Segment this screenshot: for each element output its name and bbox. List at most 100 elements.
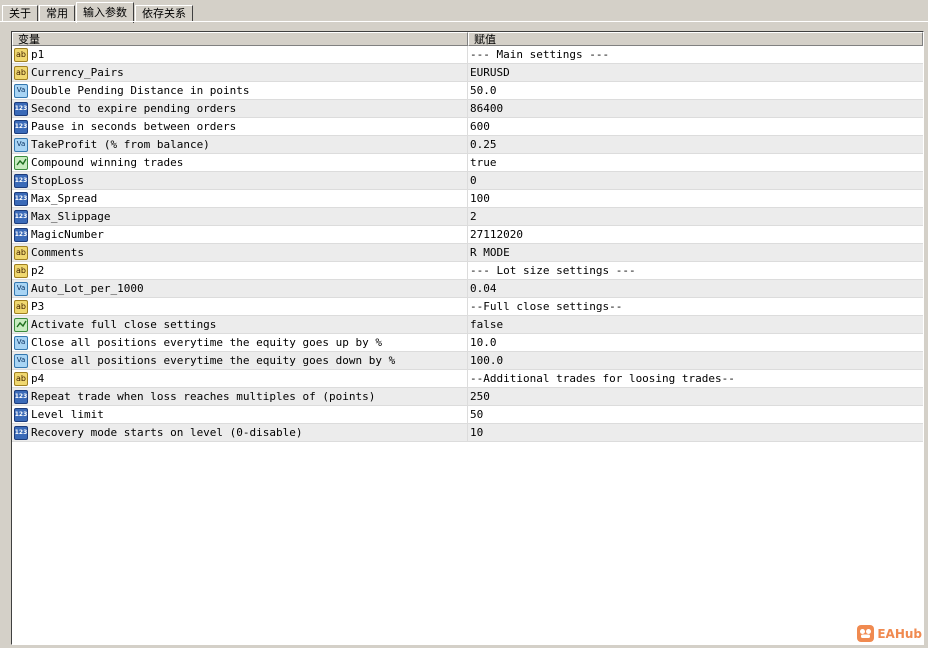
integer-type-icon: 123 [14,389,28,404]
table-row[interactable]: 123 Second to expire pending orders 86400 [12,100,923,118]
tab-2[interactable]: 输入参数 [76,2,134,23]
integer-type-icon: 123 [14,119,28,134]
variable-cell: 123 Repeat trade when loss reaches multip… [12,388,468,405]
variable-cell: Va TakeProfit (% from balance) [12,136,468,153]
string-type-icon: ab [14,47,28,62]
value-cell[interactable]: 2 [468,208,923,225]
table-row[interactable]: ab p4 --Additional trades for loosing trad… [12,370,923,388]
table-row[interactable]: ab p1 --- Main settings --- [12,46,923,64]
value-cell[interactable]: 10 [468,424,923,441]
string-type-icon: ab [14,371,28,386]
integer-type-icon: 123 [14,407,28,422]
table-row[interactable]: Va Close all positions everytime the equi… [12,352,923,370]
value-cell[interactable]: 600 [468,118,923,135]
variable-cell: Va Close all positions everytime the equi… [12,352,468,369]
value-cell[interactable]: --- Lot size settings --- [468,262,923,279]
table-row[interactable]: ab Currency_Pairs EURUSD [12,64,923,82]
variable-name: Compound winning trades [31,156,184,169]
eahub-watermark: EAHub [857,625,922,642]
variable-cell: 123 MagicNumber [12,226,468,243]
variable-cell: 123 Max_Slippage [12,208,468,225]
value-cell[interactable]: --Full close settings-- [468,298,923,315]
variable-cell: ab Comments [12,244,468,261]
variable-cell: ab p1 [12,46,468,63]
table-row[interactable]: Va Double Pending Distance in points 50.0 [12,82,923,100]
value-cell[interactable]: 50 [468,406,923,423]
tab-bar: 关于 常用 输入参数 依存关系 [0,0,928,23]
double-type-icon: Va [14,335,28,350]
table-row[interactable]: Va TakeProfit (% from balance) 0.25 [12,136,923,154]
tab-1[interactable]: 常用 [39,5,75,22]
variable-name: Double Pending Distance in points [31,84,250,97]
double-type-icon: Va [14,353,28,368]
value-cell[interactable]: 250 [468,388,923,405]
variable-cell: ab p4 [12,370,468,387]
watermark-text: EAHub [877,626,922,641]
value-cell[interactable]: 0.25 [468,136,923,153]
variable-name: Recovery mode starts on level (0-disable… [31,426,303,439]
input-parameters-list[interactable]: 变量 赋值 ab p1 --- Main settings --- ab Currenc… [11,31,924,645]
value-cell[interactable]: 0 [468,172,923,189]
table-row[interactable]: Va Close all positions everytime the equi… [12,334,923,352]
value-cell[interactable]: 100 [468,190,923,207]
value-cell[interactable]: 27112020 [468,226,923,243]
string-type-icon: ab [14,245,28,260]
value-cell[interactable]: 0.04 [468,280,923,297]
column-header-variable[interactable]: 变量 [12,32,468,46]
integer-type-icon: 123 [14,209,28,224]
variable-name: Repeat trade when loss reaches multiples… [31,390,376,403]
value-cell[interactable]: R MODE [468,244,923,261]
variable-cell: 123 Pause in seconds between orders [12,118,468,135]
variable-name: TakeProfit (% from balance) [31,138,210,151]
table-row[interactable]: 123 Max_Spread 100 [12,190,923,208]
value-cell[interactable]: 10.0 [468,334,923,351]
variable-name: Comments [31,246,84,259]
value-cell[interactable]: --- Main settings --- [468,46,923,63]
double-type-icon: Va [14,83,28,98]
value-cell[interactable]: 50.0 [468,82,923,99]
table-row[interactable]: ab Comments R MODE [12,244,923,262]
table-row[interactable]: 123 MagicNumber 27112020 [12,226,923,244]
variable-name: Currency_Pairs [31,66,124,79]
value-cell[interactable]: true [468,154,923,171]
integer-type-icon: 123 [14,425,28,440]
variable-cell: Va Double Pending Distance in points [12,82,468,99]
table-row[interactable]: 123 Pause in seconds between orders 600 [12,118,923,136]
value-cell[interactable]: 100.0 [468,352,923,369]
table-row[interactable]: 123 StopLoss 0 [12,172,923,190]
table-row[interactable]: 123 Max_Slippage 2 [12,208,923,226]
table-row[interactable]: ab p2 --- Lot size settings --- [12,262,923,280]
table-row[interactable]: Compound winning trades true [12,154,923,172]
variable-name: Close all positions everytime the equity… [31,336,382,349]
value-cell[interactable]: EURUSD [468,64,923,81]
table-row[interactable]: Activate full close settings false [12,316,923,334]
boolean-type-icon [14,317,28,332]
variable-name: p4 [31,372,45,385]
table-row[interactable]: Va Auto_Lot_per_1000 0.04 [12,280,923,298]
variable-name: p1 [31,48,45,61]
table-row[interactable]: 123 Repeat trade when loss reaches multip… [12,388,923,406]
variable-cell: Va Close all positions everytime the equi… [12,334,468,351]
value-cell[interactable]: 86400 [468,100,923,117]
string-type-icon: ab [14,263,28,278]
variable-name: Pause in seconds between orders [31,120,237,133]
integer-type-icon: 123 [14,227,28,242]
variable-cell: Activate full close settings [12,316,468,333]
variable-cell: Compound winning trades [12,154,468,171]
value-cell[interactable]: --Additional trades for loosing trades-- [468,370,923,387]
table-row[interactable]: 123 Recovery mode starts on level (0-disa… [12,424,923,442]
integer-type-icon: 123 [14,191,28,206]
variable-name: Auto_Lot_per_1000 [31,282,144,295]
value-cell[interactable]: false [468,316,923,333]
variable-name: Close all positions everytime the equity… [31,354,396,367]
column-header-value[interactable]: 赋值 [468,32,923,46]
variable-name: Level limit [31,408,104,421]
table-row[interactable]: ab P3 --Full close settings-- [12,298,923,316]
tab-3[interactable]: 依存关系 [135,5,193,22]
tab-0[interactable]: 关于 [2,5,38,22]
variable-cell: ab Currency_Pairs [12,64,468,81]
table-row[interactable]: 123 Level limit 50 [12,406,923,424]
variable-cell: 123 StopLoss [12,172,468,189]
variable-cell: 123 Second to expire pending orders [12,100,468,117]
list-header: 变量 赋值 [12,32,923,46]
